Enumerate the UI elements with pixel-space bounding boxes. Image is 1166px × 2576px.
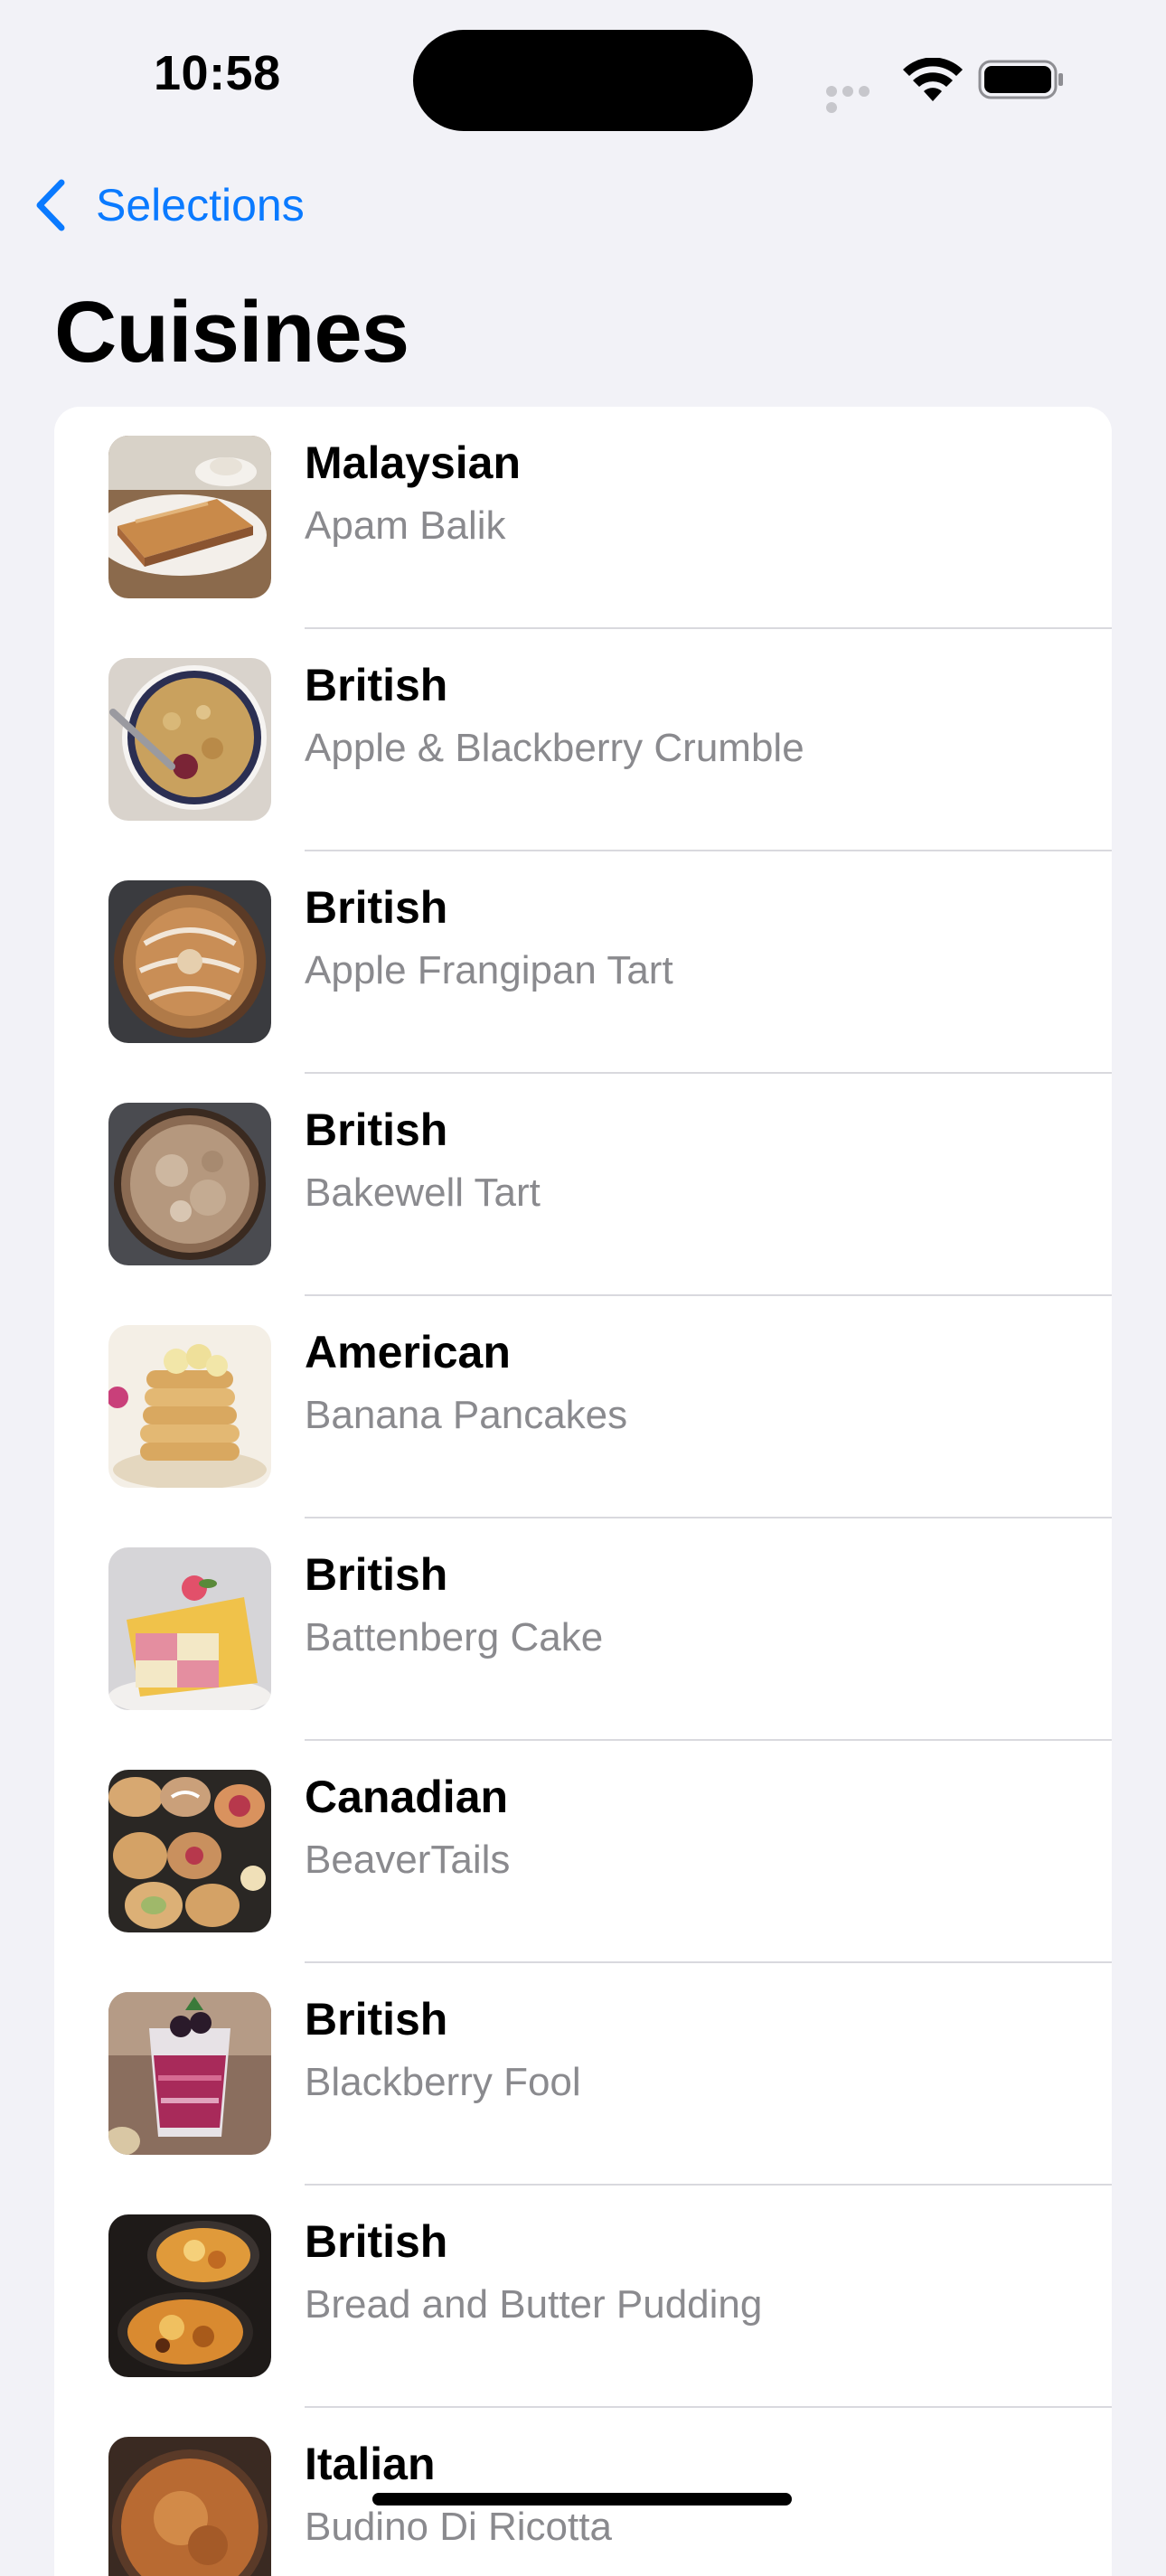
banana-pancakes-photo xyxy=(108,1325,271,1488)
frangipan-tart-photo xyxy=(108,880,271,1043)
apam-balik-photo xyxy=(108,436,271,598)
crumble-photo xyxy=(108,658,271,821)
budino-di-ricotta-photo xyxy=(108,2437,271,2576)
list-item[interactable]: British Battenberg Cake xyxy=(54,1518,1112,1741)
meal-name: Bakewell Tart xyxy=(305,1170,541,1215)
cellular-signal-icon xyxy=(826,85,889,113)
cuisine-label: British xyxy=(305,1549,448,1600)
meal-name: Battenberg Cake xyxy=(305,1615,604,1659)
battery-icon xyxy=(978,60,1063,99)
bread-butter-pudding-photo xyxy=(108,2214,271,2377)
beavertails-photo xyxy=(108,1770,271,1932)
home-indicator[interactable] xyxy=(372,2493,792,2505)
cuisine-label: British xyxy=(305,660,448,710)
cuisine-label: British xyxy=(305,2216,448,2267)
meal-name: Apple Frangipan Tart xyxy=(305,948,673,992)
cuisine-label: British xyxy=(305,1994,448,2045)
wifi-icon xyxy=(903,58,963,101)
meal-name: Budino Di Ricotta xyxy=(305,2505,612,2549)
battenberg-cake-photo xyxy=(108,1547,271,1710)
blackberry-fool-photo xyxy=(108,1992,271,2155)
list-item[interactable]: British Apple Frangipan Tart xyxy=(54,851,1112,1074)
list-item[interactable]: British Bakewell Tart xyxy=(54,1074,1112,1296)
list-item[interactable]: Canadian BeaverTails xyxy=(54,1741,1112,1963)
meal-name: Apam Balik xyxy=(305,503,506,548)
cuisine-label: Canadian xyxy=(305,1772,509,1822)
chevron-left-icon xyxy=(36,179,65,231)
list-item[interactable]: British Bread and Butter Pudding xyxy=(54,2186,1112,2408)
list-item[interactable]: American Banana Pancakes xyxy=(54,1296,1112,1518)
cuisine-list[interactable]: Malaysian Apam Balik British Apple & Bla… xyxy=(54,407,1112,2576)
meal-name: Blackberry Fool xyxy=(305,2060,581,2104)
meal-name: Bread and Butter Pudding xyxy=(305,2282,763,2327)
list-item[interactable]: British Apple & Blackberry Crumble xyxy=(54,629,1112,851)
cuisine-label: British xyxy=(305,882,448,933)
bakewell-tart-photo xyxy=(108,1103,271,1265)
page-title: Cuisines xyxy=(54,284,409,381)
status-time: 10:58 xyxy=(154,46,281,100)
cuisine-label: British xyxy=(305,1105,448,1155)
list-item[interactable]: Malaysian Apam Balik xyxy=(54,407,1112,629)
cuisine-label: Italian xyxy=(305,2439,436,2489)
dynamic-island xyxy=(413,30,753,131)
meal-name: Apple & Blackberry Crumble xyxy=(305,726,804,770)
list-item[interactable]: Italian Budino Di Ricotta xyxy=(54,2408,1112,2576)
meal-name: Banana Pancakes xyxy=(305,1393,628,1437)
status-bar: 10:58 xyxy=(0,0,1166,154)
cuisine-label: American xyxy=(305,1327,511,1377)
list-item[interactable]: British Blackberry Fool xyxy=(54,1963,1112,2186)
back-button-label: Selections xyxy=(96,180,305,230)
cuisine-label: Malaysian xyxy=(305,437,522,488)
back-button[interactable]: Selections xyxy=(33,174,305,237)
meal-name: BeaverTails xyxy=(305,1838,511,1882)
